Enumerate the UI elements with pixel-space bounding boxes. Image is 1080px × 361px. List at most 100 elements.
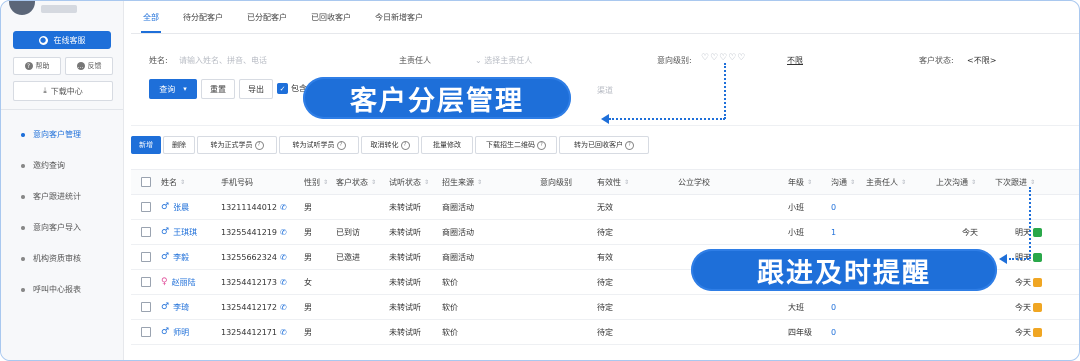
reset-button[interactable]: 重置 [201, 79, 235, 99]
phone-icon[interactable]: ✆ [280, 278, 287, 287]
action-button[interactable]: 删除 [163, 136, 195, 154]
communication-count-text: 0 [831, 327, 837, 337]
communication-count[interactable]: 1 [831, 220, 836, 244]
tab-item[interactable]: 全部 [131, 1, 171, 33]
action-button[interactable]: 转为已回收客户? [559, 136, 649, 154]
customer-name-link[interactable]: ♀ 赵丽陆 [161, 270, 196, 294]
action-button[interactable]: 批量修改 [421, 136, 473, 154]
communication-count[interactable]: 0 [831, 295, 836, 319]
action-button[interactable]: 转为正式学员? [197, 136, 277, 154]
column-header[interactable]: 意向级别 [540, 170, 572, 194]
phone-icon[interactable]: ✆ [280, 228, 287, 237]
phone-icon[interactable]: ✆ [280, 303, 287, 312]
channel-filter-placeholder[interactable]: 渠道 [597, 85, 613, 96]
trial-status-text: 未转试听 [389, 277, 421, 287]
row-checkbox[interactable] [141, 245, 151, 269]
row-checkbox[interactable] [141, 320, 151, 344]
reminder-icon[interactable] [1033, 277, 1042, 287]
intent-unlimited-link[interactable]: 不限 [787, 55, 803, 66]
column-header[interactable]: 试听状态 ⇕ [389, 170, 429, 194]
column-header[interactable]: 主责任人 ⇕ [866, 170, 906, 194]
column-header[interactable]: 姓名 ⇕ [161, 170, 185, 194]
action-button[interactable]: 转为试听学员? [279, 136, 359, 154]
reminder-icon[interactable] [1033, 227, 1042, 237]
column-header[interactable]: 上次沟通 ⇕ [936, 170, 976, 194]
action-label: 转为正式学员 [210, 141, 253, 149]
gender-text: 男 [304, 327, 312, 337]
gender: 男 [304, 245, 312, 269]
phone-number: 13211144012 ✆ [221, 195, 287, 219]
customer-name-link[interactable]: ♂ 张晨 [161, 195, 189, 219]
sidebar-item[interactable]: 客户跟进统计 [1, 181, 123, 212]
sort-icon: ⇕ [1030, 178, 1036, 186]
row-checkbox[interactable] [141, 195, 151, 219]
grade-text: 四年级 [788, 327, 812, 337]
tab-item[interactable]: 已回收客户 [299, 1, 363, 33]
column-header[interactable]: 客户状态 ⇕ [336, 170, 376, 194]
sidebar-item[interactable]: 机构资质审核 [1, 243, 123, 274]
table-row[interactable]: ♂ 李琦 13254412172 ✆ 男 未转试听 软价 待定 大班 0 今天 [131, 295, 1079, 320]
feedback-button[interactable]: … 反馈 [65, 57, 113, 75]
trial-status-text: 未转试听 [389, 202, 421, 212]
column-header[interactable]: 有效性 ⇕ [597, 170, 629, 194]
name-search-input[interactable]: 请输入姓名、拼音、电话 [179, 55, 267, 66]
phone-icon[interactable]: ✆ [280, 253, 287, 262]
reminder-icon[interactable] [1033, 302, 1042, 312]
table-row[interactable]: ♂ 张晨 13211144012 ✆ 男 未转试听 商圈活动 无效 小班 0 [131, 195, 1079, 220]
action-button[interactable]: 下载招生二维码? [475, 136, 557, 154]
table-row[interactable]: ♂ 王琪琪 13255441219 ✆ 男已到访 未转试听 商圈活动 待定 小班 1 今天 明天 [131, 220, 1079, 245]
column-header[interactable]: 沟通 ⇕ [831, 170, 855, 194]
customer-name-link[interactable]: ♂ 师明 [161, 320, 189, 344]
row-checkbox[interactable] [141, 220, 151, 244]
column-header[interactable]: 性别 ⇕ [304, 170, 328, 194]
customer-name-link[interactable]: ♂ 王琪琪 [161, 220, 197, 244]
action-button[interactable]: 取消转化? [361, 136, 419, 154]
tab-item[interactable]: 待分配客户 [171, 1, 235, 33]
export-label: 导出 [248, 84, 264, 94]
action-label: 取消转化 [370, 141, 399, 149]
column-header[interactable]: 公立学校 [678, 170, 710, 194]
sidebar-item[interactable]: 意向客户管理 [1, 119, 123, 150]
select-all-checkbox[interactable] [141, 170, 151, 194]
action-label: 转为已回收客户 [574, 141, 623, 149]
column-header[interactable]: 年级 ⇕ [788, 170, 812, 194]
sidebar-item[interactable]: 呼叫中心报表 [1, 274, 123, 305]
export-button[interactable]: 导出 [239, 79, 273, 99]
callout-connector [1009, 258, 1029, 260]
owner-select[interactable]: ⌄ 选择主责任人 [475, 55, 532, 66]
validity-text: 有效 [597, 252, 613, 262]
tab-item[interactable]: 已分配客户 [235, 1, 299, 33]
sidebar-item[interactable]: 意向客户导入 [1, 212, 123, 243]
enrollment-source: 商圈活动 [442, 195, 474, 219]
row-checkbox[interactable] [141, 270, 151, 294]
bullet-icon [21, 256, 25, 261]
sidebar-item[interactable]: 邀约查询 [1, 150, 123, 181]
column-header[interactable]: 手机号码 [221, 170, 253, 194]
reset-label: 重置 [210, 84, 226, 94]
communication-count[interactable]: 0 [831, 195, 836, 219]
phone-icon[interactable]: ✆ [280, 203, 287, 212]
customer-name-link[interactable]: ♂ 李琦 [161, 295, 189, 319]
communication-count[interactable]: 0 [831, 320, 836, 344]
online-service-button[interactable]: ● 在线客服 [13, 31, 111, 49]
reminder-icon[interactable] [1033, 252, 1042, 262]
column-header[interactable]: 招生来源 ⇕ [442, 170, 482, 194]
include-checkbox[interactable]: ✓ [277, 83, 288, 94]
download-center-button[interactable]: ⤓ 下载中心 [13, 81, 113, 101]
male-icon: ♂ [161, 227, 170, 237]
avatar[interactable] [9, 1, 35, 15]
row-checkbox[interactable] [141, 295, 151, 319]
tab-item[interactable]: 今日新增客户 [363, 1, 435, 33]
phone-number: 13254412172 ✆ [221, 295, 287, 319]
action-label: 批量修改 [433, 141, 461, 149]
customer-status-select[interactable]: <不限> [967, 55, 996, 66]
phone-icon[interactable]: ✆ [280, 328, 287, 337]
column-header-label: 有效性 [597, 177, 621, 187]
action-button[interactable]: 新增 [131, 136, 161, 154]
table-row[interactable]: ♂ 师明 13254412171 ✆ 男 未转试听 软价 待定 四年级 0 今天 [131, 320, 1079, 345]
intent-hearts-rating[interactable]: ♡♡♡♡♡ [701, 53, 746, 63]
customer-name-link[interactable]: ♂ 李毅 [161, 245, 189, 269]
query-button[interactable]: 查询 ▾ [149, 79, 197, 99]
help-button[interactable]: ? 帮助 [13, 57, 61, 75]
reminder-icon[interactable] [1033, 327, 1042, 337]
